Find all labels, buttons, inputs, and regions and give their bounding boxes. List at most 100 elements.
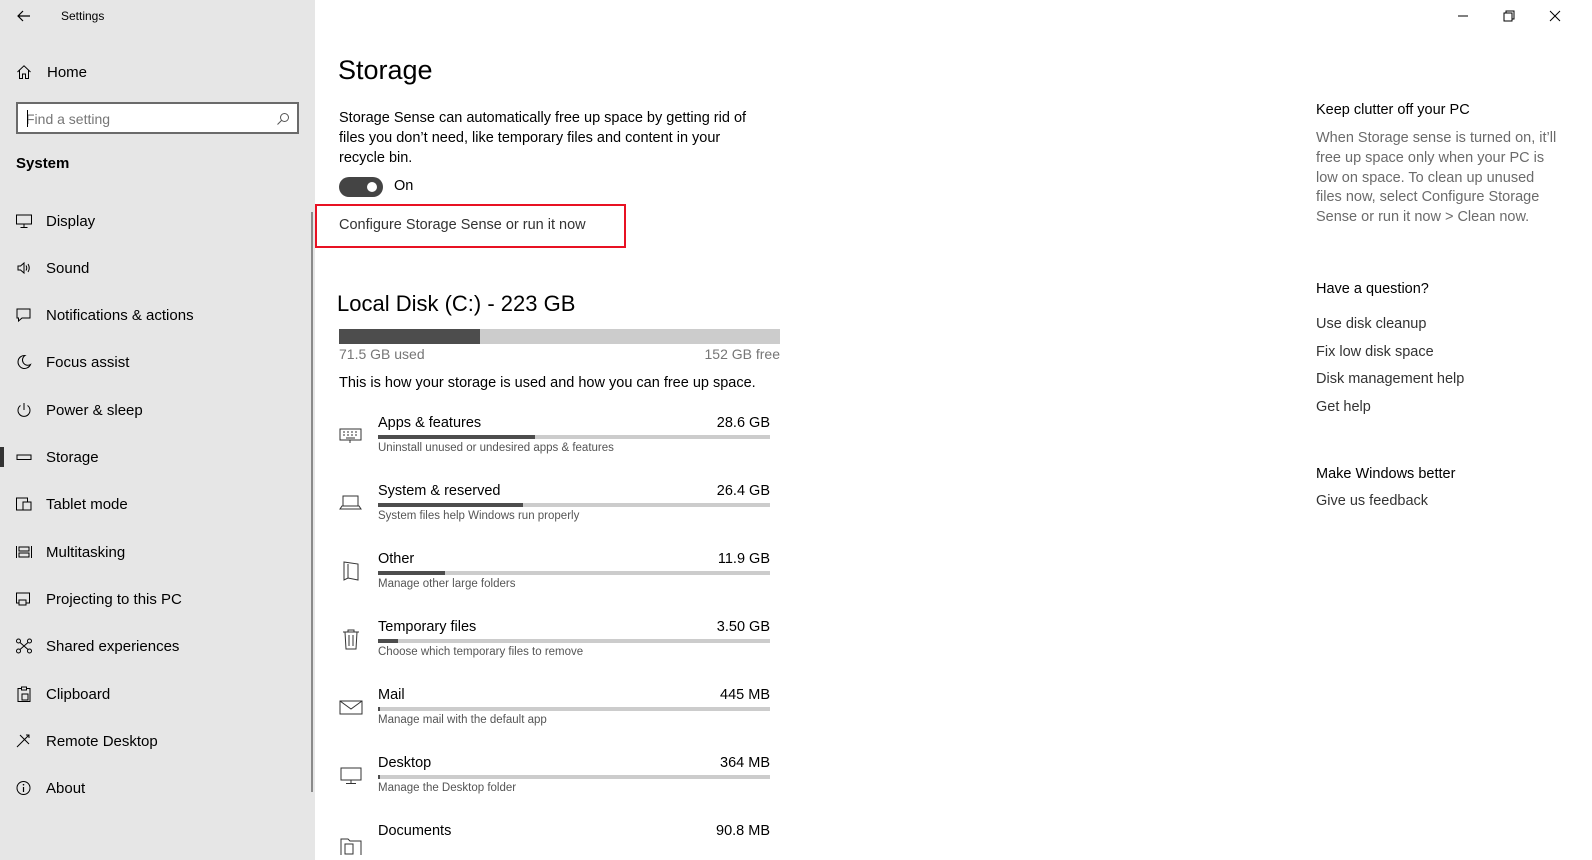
sidebar-item-remote-desktop[interactable]: Remote Desktop: [0, 721, 300, 761]
remote-desktop-icon: [16, 734, 30, 748]
sidebar-item-label: Clipboard: [46, 686, 111, 703]
sidebar-item-label: Power & sleep: [46, 402, 143, 419]
clutter-description: When Storage sense is turned on, it’ll f…: [1316, 130, 1557, 226]
home-icon: [17, 65, 31, 79]
category-description: Choose which temporary files to remove: [378, 646, 584, 658]
notifications-icon: [16, 308, 31, 323]
clipboard-icon: [17, 686, 31, 702]
category-documents[interactable]: Documents 90.8 MB: [336, 823, 776, 860]
category-usage-bar: [378, 639, 770, 643]
sidebar-item-shared-experiences[interactable]: Shared experiences: [0, 626, 300, 666]
sidebar-item-multitasking[interactable]: Multitasking: [0, 532, 300, 572]
page-title: Storage: [338, 55, 433, 85]
category-name: Mail: [378, 687, 405, 703]
sidebar-item-clipboard[interactable]: Clipboard: [0, 674, 300, 714]
category-size: 90.8 MB: [716, 823, 770, 839]
category-usage-fill: [378, 571, 445, 575]
app-title: Settings: [61, 9, 105, 23]
sidebar-item-label: Display: [46, 213, 96, 230]
category-description: Manage other large folders: [378, 578, 516, 590]
sidebar-item-display[interactable]: Display: [0, 201, 300, 241]
category-other[interactable]: Other 11.9 GB Manage other large folders: [336, 551, 776, 611]
better-heading: Make Windows better: [1316, 466, 1456, 482]
link-fix-low-disk-space[interactable]: Fix low disk space: [1316, 344, 1434, 360]
sidebar-item-about[interactable]: About: [0, 768, 300, 808]
other-icon: [343, 561, 359, 581]
link-disk-management-help[interactable]: Disk management help: [1316, 371, 1464, 387]
link-give-feedback[interactable]: Give us feedback: [1316, 493, 1428, 509]
configure-storage-sense-link[interactable]: Configure Storage Sense or run it now: [339, 217, 586, 233]
search-icon[interactable]: [276, 112, 290, 126]
power-icon: [17, 403, 31, 417]
home-label: Home: [47, 64, 88, 81]
category-size: 11.9 GB: [717, 551, 770, 567]
restore-icon: [1503, 10, 1515, 22]
sidebar: Settings Home System Display Sound: [0, 0, 315, 860]
display-icon: [16, 214, 32, 228]
sidebar-item-tablet-mode[interactable]: Tablet mode: [0, 484, 300, 524]
category-usage-bar: [378, 503, 770, 507]
text-caret: [27, 110, 28, 127]
multitasking-icon: [16, 546, 32, 558]
storage-sense-description: Storage Sense can automatically free up …: [339, 110, 747, 166]
link-get-help[interactable]: Get help: [1316, 399, 1371, 415]
mail-icon: [339, 700, 363, 715]
selection-indicator: [0, 447, 4, 467]
category-usage-bar: [378, 571, 770, 575]
shared-experiences-icon: [16, 638, 32, 654]
search-input[interactable]: [26, 109, 266, 129]
category-size: 3.50 GB: [716, 619, 770, 635]
laptop-icon: [339, 495, 362, 510]
category-system-reserved[interactable]: System & reserved 26.4 GB System files h…: [336, 483, 776, 543]
category-size: 28.6 GB: [716, 415, 770, 431]
category-usage-bar: [378, 775, 770, 779]
storage-sense-toggle[interactable]: [339, 177, 383, 197]
category-name: Documents: [378, 823, 452, 839]
close-button[interactable]: [1532, 0, 1578, 32]
sidebar-item-label: Tablet mode: [46, 496, 128, 513]
category-size: 445 MB: [720, 687, 770, 703]
toggle-state-label: On: [394, 178, 414, 194]
sidebar-item-label: Sound: [46, 260, 90, 277]
section-label: System: [16, 155, 70, 172]
sidebar-item-notifications[interactable]: Notifications & actions: [0, 295, 300, 335]
sidebar-item-label: Notifications & actions: [46, 307, 194, 324]
category-apps-features[interactable]: Apps & features 28.6 GB Uninstall unused…: [336, 415, 776, 475]
sidebar-item-sound[interactable]: Sound: [0, 248, 300, 288]
category-usage-fill: [378, 775, 380, 779]
link-use-disk-cleanup[interactable]: Use disk cleanup: [1316, 316, 1426, 332]
clutter-heading: Keep clutter off your PC: [1316, 102, 1470, 118]
category-usage-fill: [378, 435, 535, 439]
disk-free-label: 152 GB free: [704, 346, 781, 362]
category-temporary-files[interactable]: Temporary files 3.50 GB Choose which tem…: [336, 619, 776, 679]
category-description: System files help Windows run properly: [378, 510, 580, 522]
sidebar-item-power-sleep[interactable]: Power & sleep: [0, 390, 300, 430]
apps-icon: [339, 428, 362, 443]
search-box[interactable]: [16, 102, 299, 134]
category-mail[interactable]: Mail 445 MB Manage mail with the default…: [336, 687, 776, 747]
sidebar-item-label: Focus assist: [46, 354, 130, 371]
category-size: 26.4 GB: [716, 483, 770, 499]
storage-icon: [16, 454, 32, 460]
sidebar-item-label: Multitasking: [46, 544, 126, 561]
minimize-button[interactable]: [1440, 0, 1486, 32]
about-icon: [16, 781, 31, 795]
category-usage-bar: [378, 435, 770, 439]
close-icon: [1549, 10, 1561, 22]
restore-button[interactable]: [1486, 0, 1532, 32]
sidebar-item-focus-assist[interactable]: Focus assist: [0, 342, 300, 382]
sidebar-scrollbar[interactable]: [311, 212, 313, 792]
back-button[interactable]: [12, 4, 36, 28]
minimize-icon: [1458, 15, 1468, 17]
sidebar-item-projecting[interactable]: Projecting to this PC: [0, 579, 300, 619]
sidebar-item-storage[interactable]: Storage: [0, 437, 300, 477]
category-usage-fill: [378, 639, 398, 643]
projecting-icon: [16, 592, 30, 606]
documents-icon: [340, 838, 362, 855]
category-usage-fill: [378, 707, 381, 711]
category-usage-bar: [378, 707, 770, 711]
sidebar-home[interactable]: Home: [0, 55, 300, 89]
toggle-knob: [367, 182, 377, 192]
category-usage-fill: [378, 503, 524, 507]
category-desktop[interactable]: Desktop 364 MB Manage the Desktop folder: [336, 755, 776, 815]
